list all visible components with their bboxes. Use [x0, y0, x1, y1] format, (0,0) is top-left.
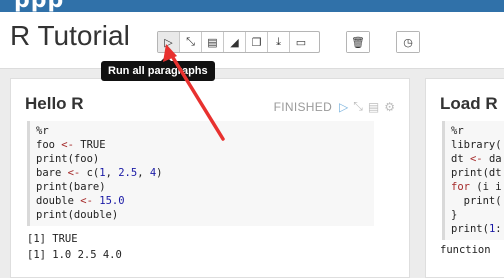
code-line: print(: [451, 195, 502, 207]
file-icon: ▭: [295, 36, 307, 49]
top-navbar: ppp: [0, 0, 504, 12]
paragraph-title[interactable]: Load R: [440, 94, 498, 114]
note-header: R Tutorial ▷ ⤡ ▤ ◢ ❐ ⤓ ▭ 🗑 ◷: [0, 12, 504, 69]
paragraph-load-r[interactable]: Load R %r library( dt <- da print(dt for…: [425, 78, 504, 278]
code-line: print(foo): [36, 153, 100, 165]
code-line: }: [451, 209, 458, 221]
clear-output-button[interactable]: ◢: [224, 32, 246, 52]
status-badge: FINISHED: [273, 99, 333, 114]
code-line: print(double): [36, 209, 119, 221]
book-icon: ▤: [207, 36, 218, 49]
export-note-button[interactable]: ⤓: [268, 32, 290, 52]
remove-note-button[interactable]: 🗑: [347, 32, 369, 52]
version-button[interactable]: ▭: [290, 32, 312, 52]
code-line: double <- 15.0: [36, 195, 125, 207]
trash-group: 🗑: [346, 31, 370, 53]
clone-note-button[interactable]: ❐: [246, 32, 268, 52]
code-line: foo <- TRUE: [36, 139, 106, 151]
note-toolbar: ▷ ⤡ ▤ ◢ ❐ ⤓ ▭: [157, 31, 320, 53]
clock-icon: ◷: [403, 36, 413, 49]
code-line: library(: [451, 139, 502, 151]
download-icon: ⤓: [276, 35, 281, 48]
code-line: print(bare): [36, 181, 106, 193]
toggle-output-button[interactable]: ▤: [202, 32, 224, 52]
code-line: bare <- c(1, 2.5, 4): [36, 167, 163, 179]
code-editor[interactable]: %r foo <- TRUE print(foo) bare <- c(1, 2…: [27, 121, 374, 226]
gear-icon[interactable]: ⚙: [384, 100, 395, 114]
output-line: [1] 1.0 2.5 4.0: [27, 249, 122, 261]
run-all-tooltip: Run all paragraphs: [101, 56, 215, 81]
paragraph-controls: FINISHED ▷ ⤡ ▤ ⚙: [274, 99, 395, 114]
run-all-button[interactable]: ▷: [158, 32, 180, 52]
code-line: %r: [36, 125, 49, 137]
copy-icon: ❐: [251, 36, 262, 49]
paragraph-output: [1] TRUE [1] 1.0 2.5 4.0: [27, 231, 122, 263]
code-line: dt <- da: [451, 153, 502, 165]
code-line: for (i i: [451, 181, 502, 193]
toggle-editor-button[interactable]: ⤡: [180, 32, 202, 52]
collapse-icon[interactable]: ⤡: [353, 99, 363, 114]
brand-logo[interactable]: ppp: [14, 0, 64, 12]
play-icon: ▷: [164, 36, 173, 49]
page-title[interactable]: R Tutorial: [10, 20, 130, 52]
book-icon[interactable]: ▤: [368, 100, 379, 114]
run-paragraph-icon[interactable]: ▷: [339, 100, 348, 114]
trash-icon: 🗑: [351, 36, 365, 49]
schedule-group: ◷: [396, 31, 420, 53]
code-line: %r: [451, 125, 464, 137]
paragraph-output: function: [440, 244, 491, 256]
paragraph-title[interactable]: Hello R: [25, 94, 84, 114]
paragraph-hello-r[interactable]: Hello R FINISHED ▷ ⤡ ▤ ⚙ %r foo <- TRUE …: [10, 78, 410, 278]
schedule-button[interactable]: ◷: [397, 32, 419, 52]
code-line: print(dt: [451, 167, 502, 179]
code-editor[interactable]: %r library( dt <- da print(dt for (i i p…: [442, 121, 504, 240]
eraser-icon: ◢: [230, 36, 239, 49]
output-line: [1] TRUE: [27, 233, 78, 245]
code-line: print(1:: [451, 223, 502, 235]
collapse-icon: ⤡: [186, 35, 195, 48]
